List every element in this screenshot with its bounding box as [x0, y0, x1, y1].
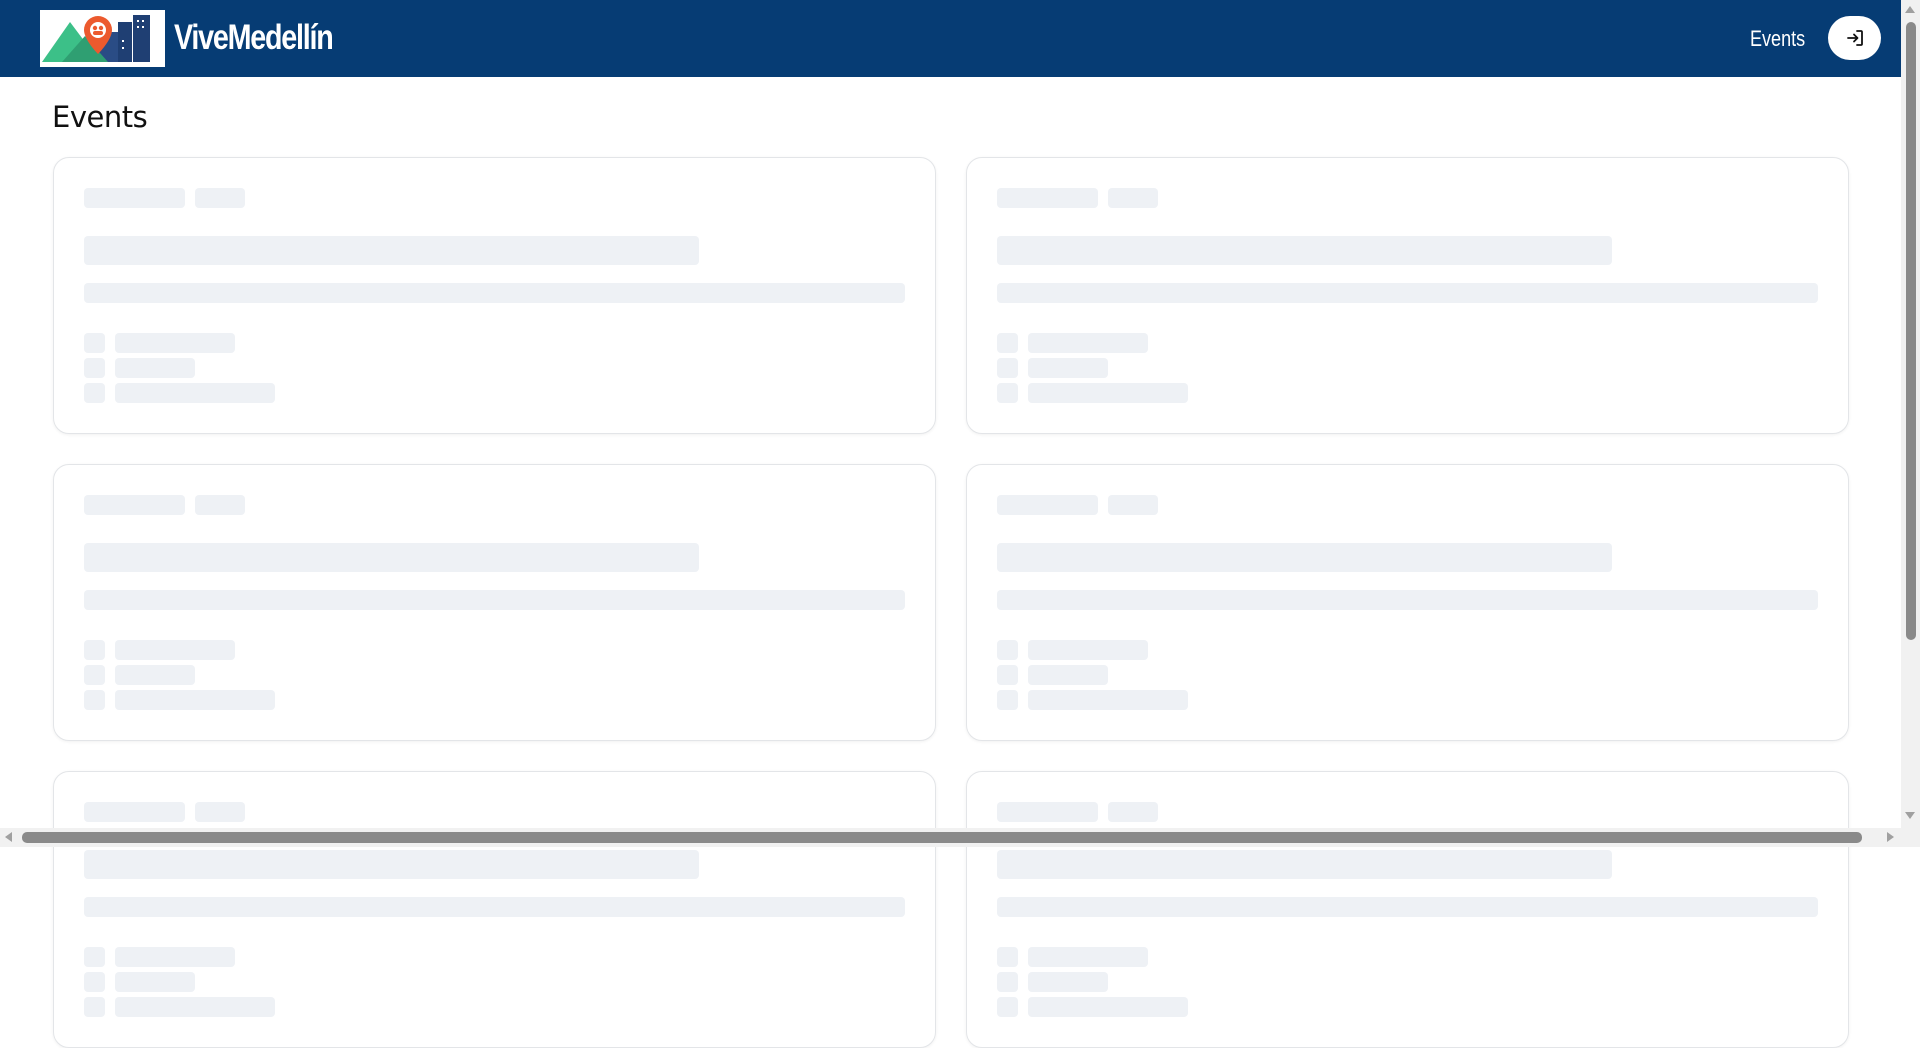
skeleton-date-icon — [84, 640, 105, 660]
skeleton-category-tag — [84, 802, 185, 822]
skeleton-title — [997, 850, 1612, 879]
horizontal-scrollbar[interactable] — [0, 828, 1920, 847]
nav-link-events[interactable]: Events — [1750, 26, 1805, 52]
top-navigation-bar: ViveMedellín Events — [0, 0, 1901, 77]
skeleton-time-icon — [997, 665, 1018, 685]
skeleton-title — [84, 543, 699, 572]
skeleton-category-tag — [997, 188, 1098, 208]
skeleton-description — [997, 590, 1818, 610]
skeleton-time — [115, 972, 195, 992]
skeleton-time-icon — [997, 972, 1018, 992]
horizontal-scrollbar-thumb[interactable] — [22, 832, 1862, 843]
skeleton-description — [997, 897, 1818, 917]
skeleton-location-icon — [997, 997, 1018, 1017]
skeleton-location-icon — [84, 690, 105, 710]
skeleton-type-tag — [195, 188, 245, 208]
skeleton-type-tag — [195, 802, 245, 822]
skeleton-time-icon — [84, 665, 105, 685]
brand-name[interactable]: ViveMedellín — [174, 18, 334, 58]
skeleton-location-icon — [84, 383, 105, 403]
skeleton-date-icon — [84, 333, 105, 353]
login-arrow-icon — [1846, 30, 1863, 46]
skeleton-time-icon — [997, 358, 1018, 378]
skeleton-description — [84, 897, 905, 917]
skeleton-category-tag — [84, 188, 185, 208]
skeleton-date — [1028, 947, 1148, 967]
event-card-skeleton — [966, 157, 1849, 434]
skeleton-type-tag — [1108, 495, 1158, 515]
skeleton-title — [997, 236, 1612, 265]
skeleton-time-icon — [84, 358, 105, 378]
page-title: Events — [52, 100, 148, 134]
skeleton-time — [115, 358, 195, 378]
skeleton-title — [84, 850, 699, 879]
skeleton-time-icon — [84, 972, 105, 992]
vertical-scrollbar-thumb[interactable] — [1906, 22, 1916, 640]
event-card-skeleton — [53, 157, 936, 434]
skeleton-time — [1028, 972, 1108, 992]
skeleton-date-icon — [84, 947, 105, 967]
skeleton-date — [1028, 640, 1148, 660]
skeleton-type-tag — [1108, 188, 1158, 208]
skeleton-description — [84, 283, 905, 303]
skeleton-location — [1028, 383, 1188, 403]
skeleton-location — [115, 997, 275, 1017]
skeleton-date — [1028, 333, 1148, 353]
skeleton-category-tag — [997, 495, 1098, 515]
skeleton-location — [1028, 690, 1188, 710]
skeleton-type-tag — [1108, 802, 1158, 822]
skeleton-location-icon — [84, 997, 105, 1017]
skeleton-time — [115, 665, 195, 685]
scroll-left-arrow-icon[interactable] — [5, 832, 12, 842]
skeleton-time — [1028, 358, 1108, 378]
skeleton-title — [997, 543, 1612, 572]
event-card-skeleton — [53, 771, 936, 1048]
skeleton-time — [1028, 665, 1108, 685]
event-card-skeleton — [966, 464, 1849, 741]
vivemedellin-logo-icon — [42, 15, 150, 62]
event-card-skeleton — [966, 771, 1849, 1048]
skeleton-category-tag — [997, 802, 1098, 822]
login-button[interactable] — [1828, 16, 1881, 60]
skeleton-date — [115, 640, 235, 660]
skeleton-title — [84, 236, 699, 265]
scroll-up-arrow-icon[interactable] — [1905, 6, 1915, 13]
skeleton-location — [115, 690, 275, 710]
skeleton-location — [1028, 997, 1188, 1017]
skeleton-date-icon — [997, 947, 1018, 967]
skeleton-location-icon — [997, 383, 1018, 403]
event-card-skeleton — [53, 464, 936, 741]
skeleton-date-icon — [997, 640, 1018, 660]
skeleton-location-icon — [997, 690, 1018, 710]
skeleton-date-icon — [997, 333, 1018, 353]
skeleton-location — [115, 383, 275, 403]
skeleton-description — [84, 590, 905, 610]
vertical-scrollbar[interactable] — [1901, 0, 1920, 828]
app-logo[interactable] — [40, 10, 165, 67]
skeleton-date — [115, 333, 235, 353]
scroll-right-arrow-icon[interactable] — [1887, 832, 1894, 842]
skeleton-date — [115, 947, 235, 967]
scroll-down-arrow-icon[interactable] — [1905, 812, 1915, 819]
skeleton-type-tag — [195, 495, 245, 515]
skeleton-description — [997, 283, 1818, 303]
skeleton-category-tag — [84, 495, 185, 515]
